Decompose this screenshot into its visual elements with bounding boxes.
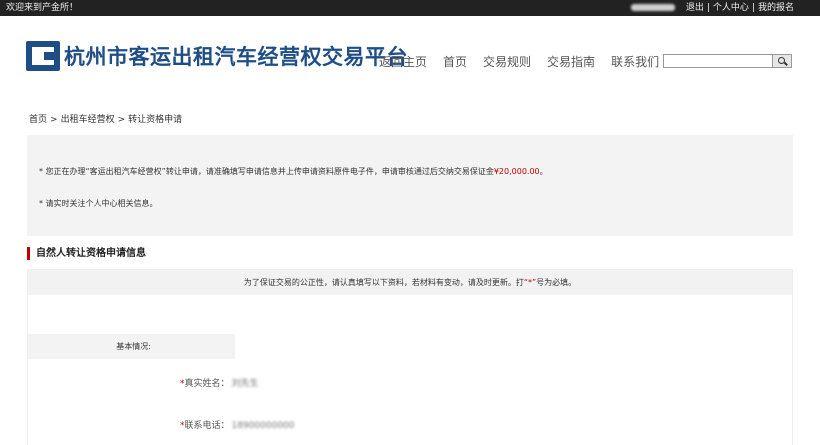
site-logo[interactable]: 杭州市客运出租汽车经营权交易平台	[26, 40, 408, 72]
search-button[interactable]	[773, 54, 792, 68]
breadcrumb: 首页 > 出租车经营权 > 转让资格申请	[29, 115, 183, 125]
section-title: 自然人转让资格申请信息	[27, 247, 146, 260]
application-form: 为了保证交易的公正性，请认真填写以下资料，若材料有变动，请及时更新。打“*”号为…	[27, 269, 793, 445]
breadcrumb-taxi[interactable]: 出租车经营权	[61, 115, 115, 125]
top-bar: 欢迎来到产金所！ 退出 | 个人中心 | 我的报名	[0, 0, 820, 16]
basic-info-label: 基本情况:	[28, 334, 235, 359]
nav-home-return[interactable]: 返回主页	[379, 53, 427, 70]
notice-panel: * 您正在办理“客运出租汽车经营权”转让申请，请准确填写申请信息并上传申请资料原…	[27, 135, 793, 236]
real-name-value[interactable]: 刘先生	[232, 379, 259, 389]
phone-field: *联系电话： 18900000000	[180, 421, 295, 431]
search-input[interactable]	[663, 54, 773, 68]
logout-link[interactable]: 退出	[686, 3, 704, 13]
notice-line-1: * 您正在办理“客运出租汽车经营权”转让申请，请准确填写申请信息并上传申请资料原…	[39, 167, 548, 176]
breadcrumb-current: 转让资格申请	[128, 115, 183, 125]
notice-line-2: * 请实时关注个人中心相关信息。	[39, 199, 158, 208]
nav-guide[interactable]: 交易指南	[547, 53, 595, 70]
real-name-field: *真实姓名： 刘先生	[180, 379, 259, 389]
logo-mark-icon	[26, 41, 60, 71]
main-nav: 返回主页 首页 交易规则 交易指南 联系我们	[379, 53, 675, 70]
search-box	[663, 54, 792, 68]
phone-value[interactable]: 18900000000	[232, 421, 295, 431]
user-links: 退出 | 个人中心 | 我的报名	[630, 0, 794, 16]
my-signup-link[interactable]: 我的报名	[758, 3, 794, 13]
site-title: 杭州市客运出租汽车经营权交易平台	[64, 45, 408, 69]
phone-label: 联系电话：	[184, 421, 230, 431]
deposit-amount: ¥20,000.00	[493, 167, 540, 176]
username-blurred	[630, 4, 675, 11]
real-name-label: 真实姓名：	[184, 379, 230, 389]
nav-contact[interactable]: 联系我们	[611, 53, 659, 70]
welcome-text: 欢迎来到产金所！	[6, 3, 79, 13]
form-tip: 为了保证交易的公正性，请认真填写以下资料，若材料有变动，请及时更新。打“*”号为…	[28, 270, 792, 295]
breadcrumb-home[interactable]: 首页	[29, 115, 47, 125]
user-center-link[interactable]: 个人中心	[713, 3, 749, 13]
nav-rules[interactable]: 交易规则	[483, 53, 531, 70]
nav-home[interactable]: 首页	[443, 53, 467, 70]
